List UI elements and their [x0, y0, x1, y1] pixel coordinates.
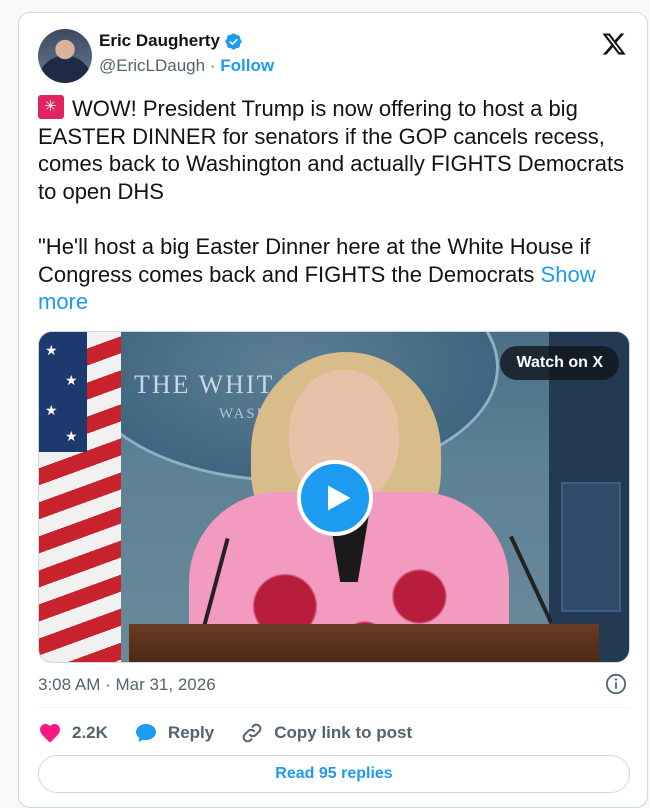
play-icon: [327, 485, 350, 511]
reply-label: Reply: [167, 723, 215, 742]
info-icon[interactable]: [605, 673, 627, 695]
flag-union: ★ ★ ★ ★: [39, 332, 87, 452]
link-icon: [242, 723, 262, 743]
x-logo-icon[interactable]: [601, 31, 627, 57]
play-button[interactable]: [297, 460, 373, 536]
heart-icon: [40, 724, 60, 743]
copy-link-label: Copy link to post: [274, 723, 413, 742]
rotating-light-icon: [38, 95, 64, 119]
separator-dot: ·: [209, 56, 216, 75]
copy-link-button[interactable]: Copy link to post: [240, 721, 412, 745]
post-paragraph-1: WOW! President Trump is now offering to …: [38, 96, 625, 204]
post-timestamp[interactable]: 3:08 AM · Mar 31, 2026: [38, 675, 216, 695]
flag-star: ★: [65, 372, 78, 388]
podium: [129, 624, 599, 662]
background-wall: [549, 332, 629, 662]
author-block: Eric Daugherty @EricLDaugh · Follow: [99, 31, 274, 76]
author-name[interactable]: Eric Daugherty: [99, 31, 220, 51]
video-player[interactable]: THE WHIT USE WASH ★ ★ ★ ★ Watch on X: [38, 331, 630, 663]
avatar[interactable]: [38, 29, 92, 83]
flag-star: ★: [45, 342, 58, 358]
post-card: Eric Daugherty @EricLDaugh · Follow WOW!…: [18, 12, 648, 808]
author-handle[interactable]: @EricLDaugh: [99, 56, 205, 75]
like-button[interactable]: 2.2K: [38, 721, 108, 745]
microphone-right: [509, 535, 553, 624]
flag-star: ★: [65, 428, 78, 444]
background-window: [561, 482, 621, 612]
action-bar: 2.2K Reply Copy link to post: [38, 718, 438, 748]
page-top-strip: [0, 0, 650, 12]
post-text: WOW! President Trump is now offering to …: [38, 95, 628, 316]
verified-badge-icon: [225, 32, 242, 50]
american-flag: ★ ★ ★ ★: [39, 332, 121, 662]
watch-on-x-button[interactable]: Watch on X: [500, 346, 619, 380]
speech-bubble-icon: [135, 724, 156, 742]
reply-button[interactable]: Reply: [134, 721, 214, 745]
read-replies-button[interactable]: Read 95 replies: [38, 755, 630, 793]
post-paragraph-2: "He'll host a big Easter Dinner here at …: [38, 233, 591, 287]
like-count: 2.2K: [72, 723, 108, 742]
follow-link[interactable]: Follow: [220, 56, 274, 75]
divider: [38, 707, 630, 708]
flag-star: ★: [45, 402, 58, 418]
